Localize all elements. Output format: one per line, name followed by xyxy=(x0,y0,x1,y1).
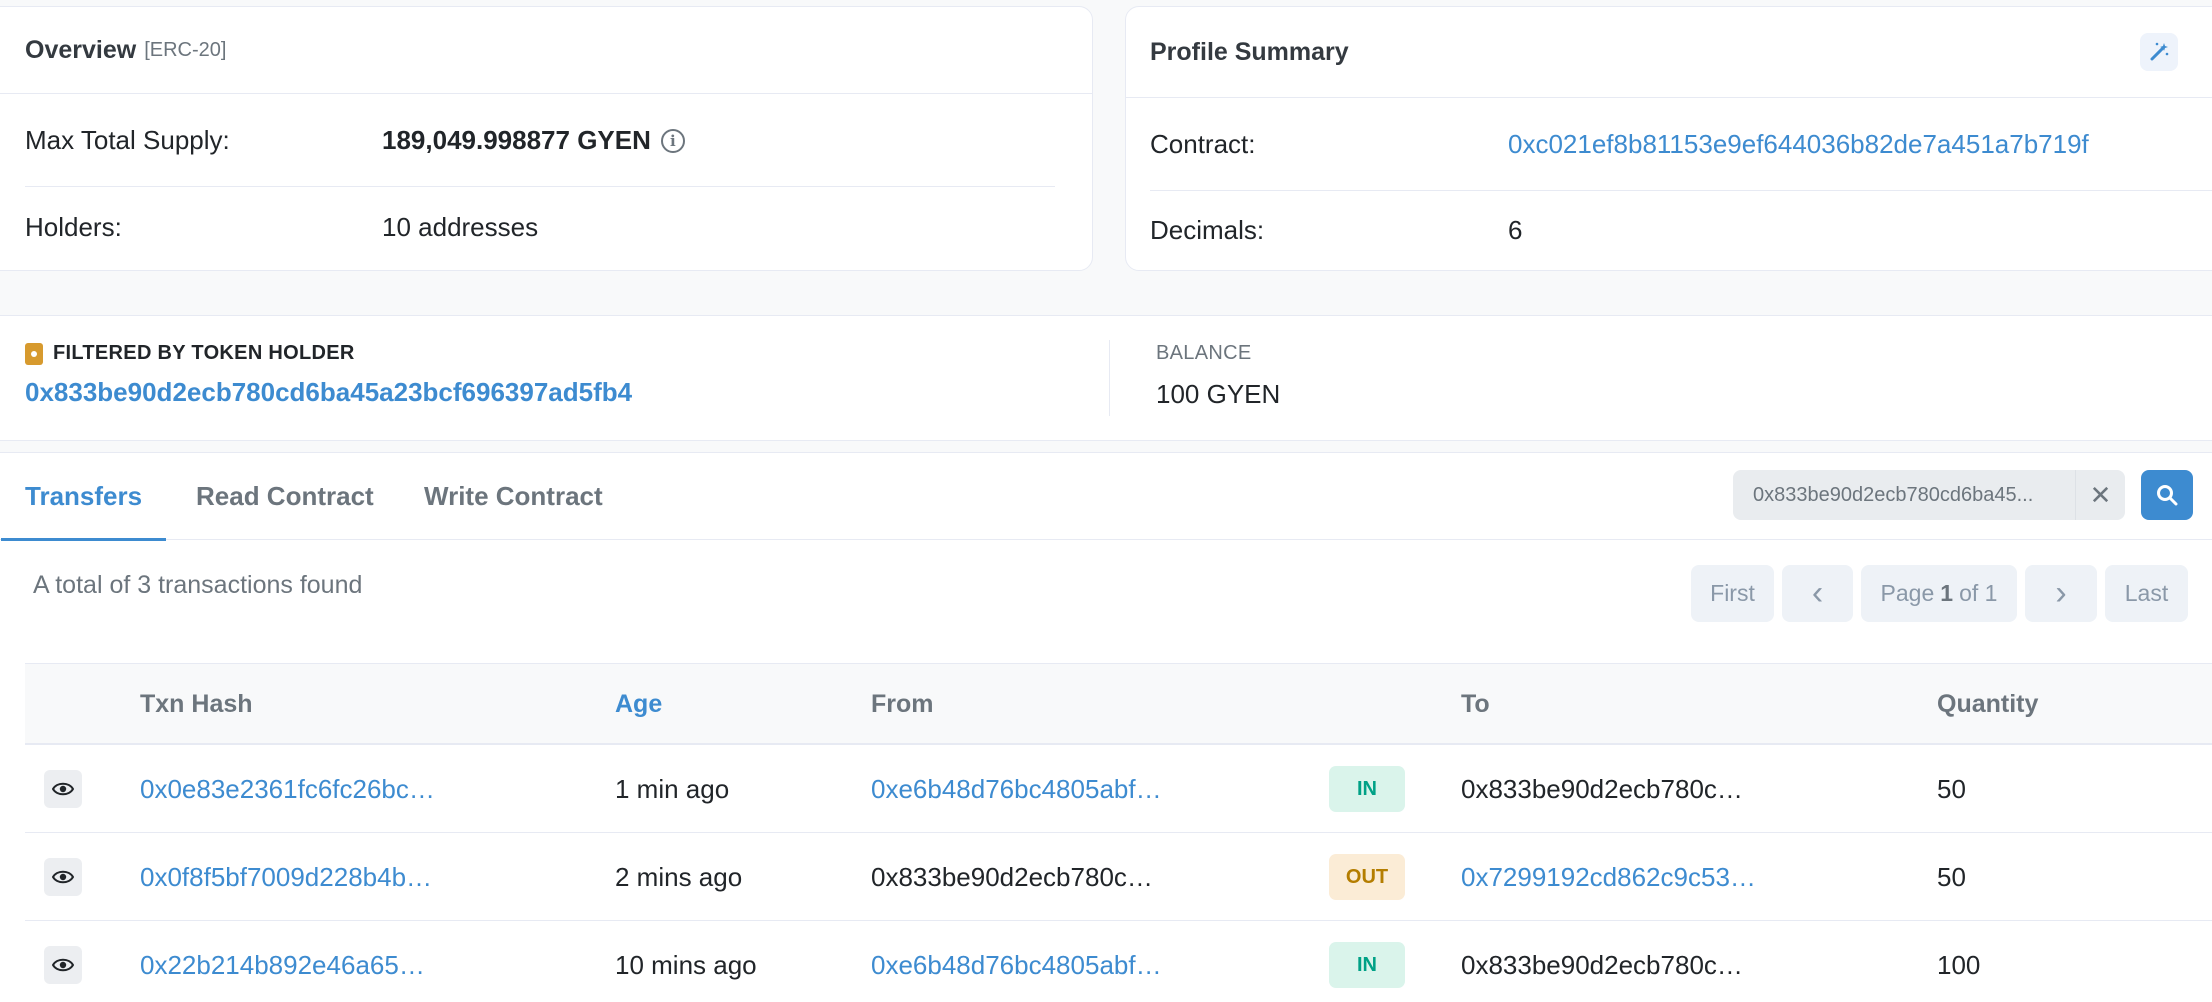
page-prefix: Page xyxy=(1880,580,1935,606)
table-row: 0x22b214b892e46a65… 10 mins ago 0xe6b48d… xyxy=(25,921,2212,1002)
transfers-card: Transfers Read Contract Write Contract ✕… xyxy=(0,452,2212,1002)
last-page-button[interactable]: Last xyxy=(2105,565,2188,622)
holder-badge-icon xyxy=(25,342,43,365)
tab-transfers[interactable]: Transfers xyxy=(0,453,167,541)
contract-label: Contract: xyxy=(1150,129,1256,159)
from-address: 0x833be90d2ecb780c… xyxy=(871,861,1153,892)
clear-filter-button[interactable]: ✕ xyxy=(2075,470,2125,520)
eye-icon xyxy=(52,870,74,884)
header-age[interactable]: Age xyxy=(615,664,662,744)
overview-title: Overview xyxy=(25,35,137,64)
prev-page-button[interactable]: ‹ xyxy=(1782,565,1853,622)
address-filter-search: ✕ xyxy=(1733,470,2193,520)
header-to: To xyxy=(1461,689,1490,718)
token-standard-tag: [ERC-20] xyxy=(144,38,227,61)
header-quantity: Quantity xyxy=(1937,689,2039,718)
overview-card: Overview [ERC-20] Max Total Supply: 189,… xyxy=(0,6,1093,271)
tab-read-contract[interactable]: Read Contract xyxy=(196,453,374,540)
tab-bar: Transfers Read Contract Write Contract ✕ xyxy=(0,453,2212,541)
direction-badge: IN xyxy=(1329,766,1405,812)
profile-header: Profile Summary xyxy=(1126,7,2212,98)
page-indicator: Page 1 of 1 xyxy=(1861,565,2017,622)
contract-row: Contract: 0xc021ef8b81153e9ef644036b82de… xyxy=(1150,99,2212,191)
to-address: 0x833be90d2ecb780c… xyxy=(1461,773,1743,804)
eye-icon xyxy=(52,958,74,972)
holders-label: Holders: xyxy=(25,211,122,242)
direction-badge: OUT xyxy=(1329,854,1405,900)
address-filter-input[interactable] xyxy=(1733,470,2075,520)
from-address-link[interactable]: 0xe6b48d76bc4805abf… xyxy=(871,950,1162,981)
quantity-cell: 100 xyxy=(1937,949,1981,980)
filter-holder-section: FILTERED BY TOKEN HOLDER 0x833be90d2ecb7… xyxy=(25,342,632,408)
table-header: Txn Hash Age From To Quantity xyxy=(25,663,2212,745)
next-page-button[interactable]: › xyxy=(2025,565,2097,622)
age-cell: 1 min ago xyxy=(615,773,730,804)
view-details-button[interactable] xyxy=(44,946,82,984)
txn-hash-link[interactable]: 0x22b214b892e46a65… xyxy=(140,950,425,981)
pagination: First ‹ Page 1 of 1 › Last xyxy=(1691,565,2188,622)
quantity-cell: 50 xyxy=(1937,773,1966,804)
decimals-label: Decimals: xyxy=(1150,214,1265,245)
holders-row: Holders: 10 addresses xyxy=(25,187,1055,267)
page-total: of 1 xyxy=(1959,580,1998,606)
chevron-left-icon: ‹ xyxy=(1811,574,1824,612)
from-address-link[interactable]: 0xe6b48d76bc4805abf… xyxy=(871,774,1162,805)
table-row: 0x0f8f5bf7009d228b4b… 2 mins ago 0x833be… xyxy=(25,833,2212,921)
holders-value: 10 addresses xyxy=(382,211,539,242)
decimals-row: Decimals: 6 xyxy=(1150,191,2212,269)
token-holder-filter-card: FILTERED BY TOKEN HOLDER 0x833be90d2ecb7… xyxy=(0,315,2212,441)
to-address: 0x833be90d2ecb780c… xyxy=(1461,949,1743,980)
filter-heading: FILTERED BY TOKEN HOLDER xyxy=(25,342,632,365)
search-icon xyxy=(2157,485,2178,506)
transactions-count: A total of 3 transactions found xyxy=(33,571,363,599)
first-page-button[interactable]: First xyxy=(1691,565,1774,622)
header-from: From xyxy=(871,689,934,718)
view-details-button[interactable] xyxy=(44,770,82,808)
max-supply-label: Max Total Supply: xyxy=(25,125,230,155)
close-icon: ✕ xyxy=(2089,479,2112,510)
max-supply-value: 189,049.998877 GYEN xyxy=(382,125,651,155)
divider xyxy=(1109,340,1110,416)
decimals-value: 6 xyxy=(1508,214,1523,245)
age-cell: 2 mins ago xyxy=(615,861,743,892)
age-cell: 10 mins ago xyxy=(615,949,757,980)
profile-title: Profile Summary xyxy=(1150,37,1349,66)
chevron-right-icon: › xyxy=(2055,574,2067,612)
edit-profile-button[interactable] xyxy=(2140,33,2178,71)
max-supply-row: Max Total Supply: 189,049.998877 GYEN i xyxy=(25,95,1055,187)
txn-hash-link[interactable]: 0x0e83e2361fc6fc26bc… xyxy=(140,774,435,805)
profile-summary-card: Profile Summary Contract: 0xc021ef8b8115… xyxy=(1125,6,2212,271)
header-txn-hash: Txn Hash xyxy=(140,689,253,718)
overview-header: Overview [ERC-20] xyxy=(0,7,1092,94)
page-current: 1 xyxy=(1940,580,1954,606)
eye-icon xyxy=(52,782,74,796)
balance-section: BALANCE 100 GYEN xyxy=(1156,342,1280,410)
magic-wand-icon xyxy=(2150,42,2169,61)
holder-address-link[interactable]: 0x833be90d2ecb780cd6ba45a23bcf696397ad5f… xyxy=(25,377,632,408)
to-address-link[interactable]: 0x7299192cd862c9c53… xyxy=(1461,862,1756,893)
balance-label: BALANCE xyxy=(1156,342,1252,364)
table-row: 0x0e83e2361fc6fc26bc… 1 min ago 0xe6b48d… xyxy=(25,745,2212,833)
quantity-cell: 50 xyxy=(1937,861,1966,892)
tab-write-contract[interactable]: Write Contract xyxy=(424,453,603,540)
search-button[interactable] xyxy=(2141,470,2193,520)
direction-badge: IN xyxy=(1329,942,1405,988)
balance-value: 100 GYEN xyxy=(1156,379,1281,409)
txn-hash-link[interactable]: 0x0f8f5bf7009d228b4b… xyxy=(140,862,432,893)
info-icon[interactable]: i xyxy=(660,128,685,153)
contract-address-link[interactable]: 0xc021ef8b81153e9ef644036b82de7a451a7b71… xyxy=(1508,129,2089,160)
view-details-button[interactable] xyxy=(44,858,82,896)
filter-heading-text: FILTERED BY TOKEN HOLDER xyxy=(53,342,355,364)
